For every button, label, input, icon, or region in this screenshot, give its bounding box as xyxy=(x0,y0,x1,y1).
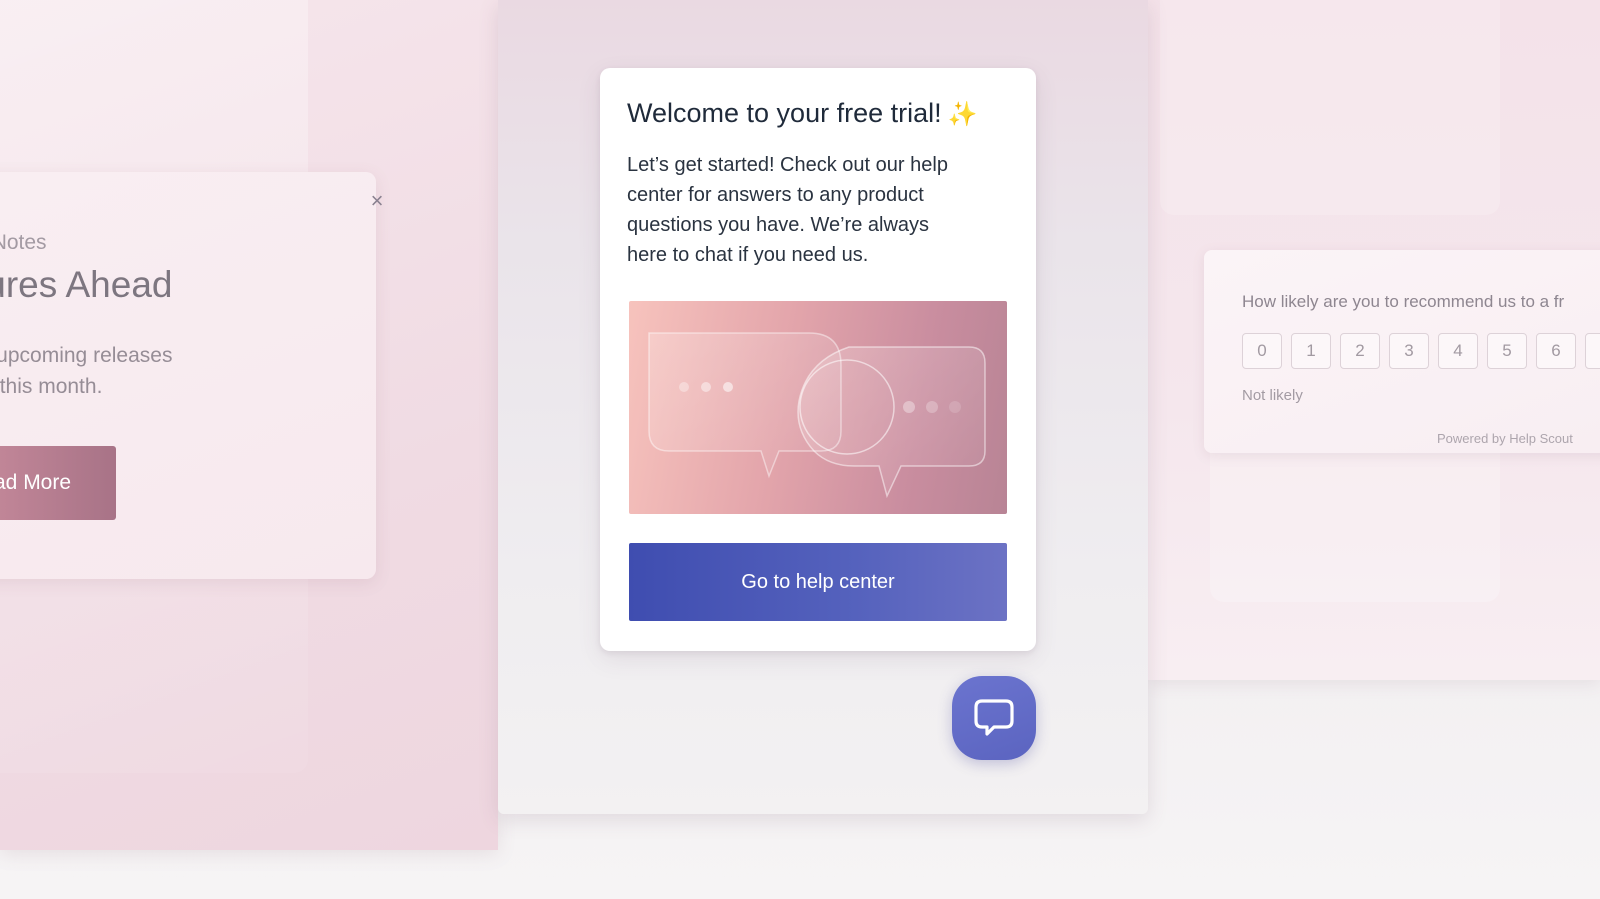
welcome-body-line: here to chat if you need us. xyxy=(627,244,869,266)
release-notes-body: our upcoming releases you this month. xyxy=(0,340,172,402)
nps-option-4[interactable]: 4 xyxy=(1438,333,1478,369)
nps-option-3[interactable]: 3 xyxy=(1389,333,1429,369)
release-notes-kicker: ase Notes xyxy=(0,231,47,254)
chat-bubbles-illustration xyxy=(629,301,1007,514)
nps-option-6[interactable]: 6 xyxy=(1536,333,1576,369)
nps-option-2[interactable]: 2 xyxy=(1340,333,1380,369)
nps-option-7[interactable]: 7 xyxy=(1585,333,1600,369)
background-panel-right-inner xyxy=(1160,0,1500,215)
chat-launcher-button[interactable] xyxy=(952,676,1036,760)
nps-scale: 0 1 2 3 4 5 6 7 xyxy=(1242,333,1600,369)
read-more-button[interactable]: ad More xyxy=(0,446,116,520)
nps-option-0[interactable]: 0 xyxy=(1242,333,1282,369)
chat-bubble-icon xyxy=(974,699,1014,736)
welcome-body-line: center for answers to any product xyxy=(627,184,924,206)
nps-option-5[interactable]: 5 xyxy=(1487,333,1527,369)
release-notes-title: tures Ahead xyxy=(0,264,173,305)
nps-option-1[interactable]: 1 xyxy=(1291,333,1331,369)
sparkle-icon: ✨ xyxy=(947,101,978,128)
nps-low-label: Not likely xyxy=(1242,387,1303,404)
go-to-help-center-button[interactable]: Go to help center xyxy=(629,543,1007,621)
welcome-title-text: Welcome to your free trial! xyxy=(627,98,942,128)
welcome-body-line: Let’s get started! Check out our help xyxy=(627,154,948,176)
release-notes-body-line: our upcoming releases xyxy=(0,344,173,367)
background-panel-right-inner-lower xyxy=(1210,440,1500,602)
powered-by-link[interactable]: Powered by Help Scout xyxy=(1437,431,1573,446)
welcome-body: Let’s get started! Check out our help ce… xyxy=(627,150,1007,270)
release-notes-body-line: you this month. xyxy=(0,375,103,398)
welcome-title: Welcome to your free trial! ✨ xyxy=(627,98,978,129)
close-icon[interactable]: × xyxy=(366,190,388,212)
welcome-body-line: questions you have. We’re always xyxy=(627,214,930,236)
nps-question: How likely are you to recommend us to a … xyxy=(1242,292,1565,311)
